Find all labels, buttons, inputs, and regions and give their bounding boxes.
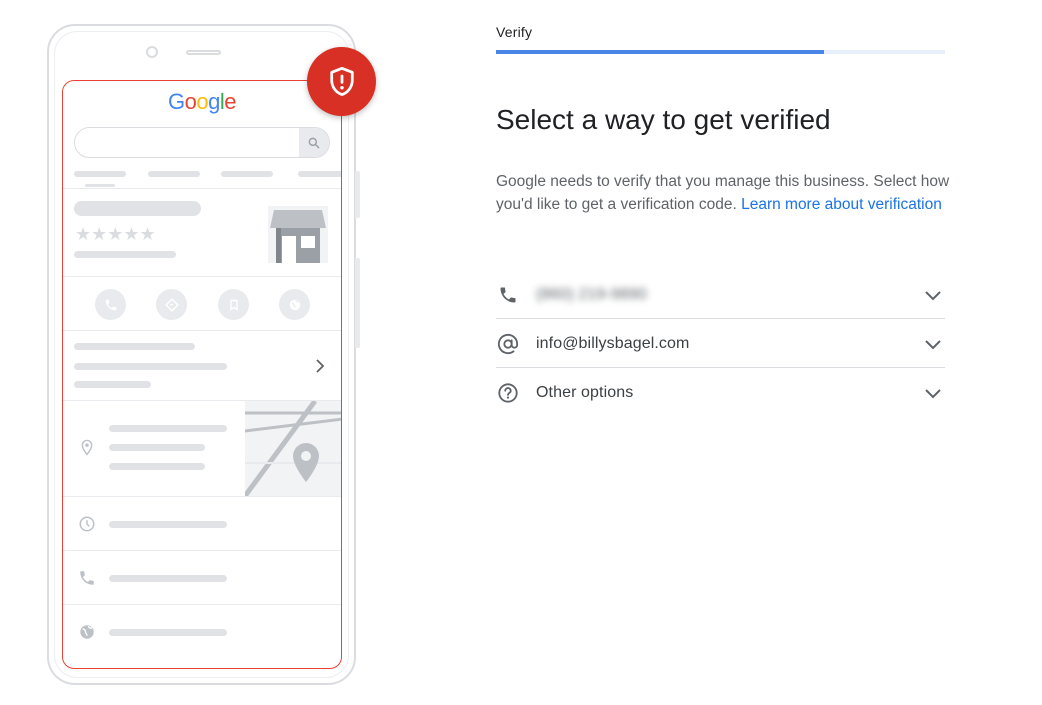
placeholder-line xyxy=(109,444,205,451)
placeholder-line xyxy=(109,521,227,528)
map-thumbnail xyxy=(245,401,341,496)
location-pin-icon xyxy=(77,438,97,458)
step-label: Verify xyxy=(496,24,533,40)
option-label: (860) 219-9890 xyxy=(536,285,647,303)
option-label: info@billysbagel.com xyxy=(536,334,690,352)
divider xyxy=(63,550,341,551)
divider xyxy=(63,496,341,497)
placeholder-line xyxy=(148,171,200,177)
chevron-down-icon[interactable] xyxy=(921,283,945,307)
option-label: Other options xyxy=(536,383,634,401)
rating-stars: ★★★★★ xyxy=(75,224,156,244)
search-icon xyxy=(299,128,329,157)
placeholder-line xyxy=(74,343,195,350)
placeholder-title xyxy=(74,201,201,216)
clock-icon xyxy=(77,514,97,534)
placeholder-line xyxy=(109,463,205,470)
google-logo: Google xyxy=(167,89,237,114)
page-description: Google needs to verify that you manage t… xyxy=(496,171,956,216)
placeholder-line xyxy=(74,251,176,258)
progress-bar xyxy=(496,50,945,54)
at-sign-icon xyxy=(496,332,520,356)
help-circle-icon xyxy=(496,381,520,405)
mock-search-box xyxy=(74,127,330,158)
storefront-icon xyxy=(268,206,328,263)
verify-option-phone[interactable]: (860) 219-9890 xyxy=(496,270,945,319)
progress-fill xyxy=(496,50,824,54)
divider xyxy=(63,188,341,189)
placeholder-line xyxy=(74,381,151,388)
divider xyxy=(63,604,341,605)
chevron-right-icon xyxy=(316,359,325,373)
page-title: Select a way to get verified xyxy=(496,104,831,135)
placeholder-line xyxy=(298,171,341,177)
directions-icon xyxy=(156,289,187,320)
globe-icon xyxy=(279,289,310,320)
bookmark-icon xyxy=(218,289,249,320)
shield-alert-icon xyxy=(307,47,376,116)
globe-icon xyxy=(77,622,97,642)
divider xyxy=(63,330,341,331)
placeholder-line xyxy=(221,171,273,177)
call-icon xyxy=(95,289,126,320)
placeholder-line xyxy=(74,171,126,177)
verify-option-other[interactable]: Other options xyxy=(496,368,945,417)
learn-more-link[interactable]: Learn more about verification xyxy=(741,196,942,213)
phone-icon xyxy=(77,568,97,588)
phone-side-button xyxy=(355,258,360,348)
phone-camera xyxy=(146,46,158,58)
divider xyxy=(63,276,341,277)
chevron-down-icon[interactable] xyxy=(921,332,945,356)
phone-screen: Google ★★★★★ xyxy=(62,80,342,669)
placeholder-line xyxy=(109,425,227,432)
verify-option-email[interactable]: info@billysbagel.com xyxy=(496,319,945,368)
chevron-down-icon[interactable] xyxy=(921,381,945,405)
phone-side-button xyxy=(355,171,360,218)
phone-icon xyxy=(496,283,520,307)
phone-speaker xyxy=(186,50,221,55)
placeholder-line xyxy=(109,629,227,636)
placeholder-line xyxy=(109,575,227,582)
placeholder-line xyxy=(85,184,115,187)
placeholder-line xyxy=(74,363,227,370)
